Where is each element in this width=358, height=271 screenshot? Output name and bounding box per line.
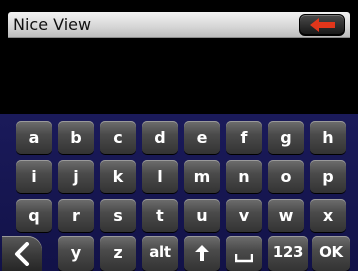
- key-e[interactable]: e: [184, 121, 220, 154]
- key-j[interactable]: j: [58, 160, 94, 193]
- shift-key[interactable]: [184, 236, 220, 271]
- key-o[interactable]: o: [268, 160, 304, 193]
- key-m[interactable]: m: [184, 160, 220, 193]
- up-arrow-icon: [195, 245, 209, 261]
- back-button[interactable]: [299, 14, 345, 36]
- key-d[interactable]: d: [142, 121, 178, 154]
- key-z[interactable]: z: [100, 236, 136, 271]
- key-i[interactable]: i: [16, 160, 52, 193]
- key-r[interactable]: r: [58, 199, 94, 232]
- alt-key[interactable]: alt: [142, 236, 178, 271]
- key-n[interactable]: n: [226, 160, 262, 193]
- key-l[interactable]: l: [142, 160, 178, 193]
- key-c[interactable]: c: [100, 121, 136, 154]
- key-b[interactable]: b: [58, 121, 94, 154]
- key-w[interactable]: w: [268, 199, 304, 232]
- key-s[interactable]: s: [100, 199, 136, 232]
- on-screen-keyboard: a b c d e f g h i j k l m n o p q r s t …: [0, 114, 358, 271]
- key-p[interactable]: p: [310, 160, 346, 193]
- back-nav-button[interactable]: [2, 236, 42, 271]
- key-h[interactable]: h: [310, 121, 346, 154]
- space-key[interactable]: [226, 236, 262, 271]
- input-display: [8, 38, 350, 114]
- key-u[interactable]: u: [184, 199, 220, 232]
- title-bar: Nice View: [8, 12, 350, 38]
- space-icon: [235, 254, 253, 263]
- key-k[interactable]: k: [100, 160, 136, 193]
- key-v[interactable]: v: [226, 199, 262, 232]
- key-g[interactable]: g: [268, 121, 304, 154]
- key-q[interactable]: q: [16, 199, 52, 232]
- key-y[interactable]: y: [58, 236, 94, 271]
- page-title: Nice View: [13, 15, 92, 34]
- chevron-left-icon: [15, 242, 29, 266]
- numbers-key[interactable]: 123: [268, 236, 308, 271]
- key-x[interactable]: x: [310, 199, 346, 232]
- key-t[interactable]: t: [142, 199, 178, 232]
- key-f[interactable]: f: [226, 121, 262, 154]
- key-a[interactable]: a: [16, 121, 52, 154]
- left-arrow-icon: [310, 18, 335, 32]
- ok-button[interactable]: OK: [312, 236, 350, 271]
